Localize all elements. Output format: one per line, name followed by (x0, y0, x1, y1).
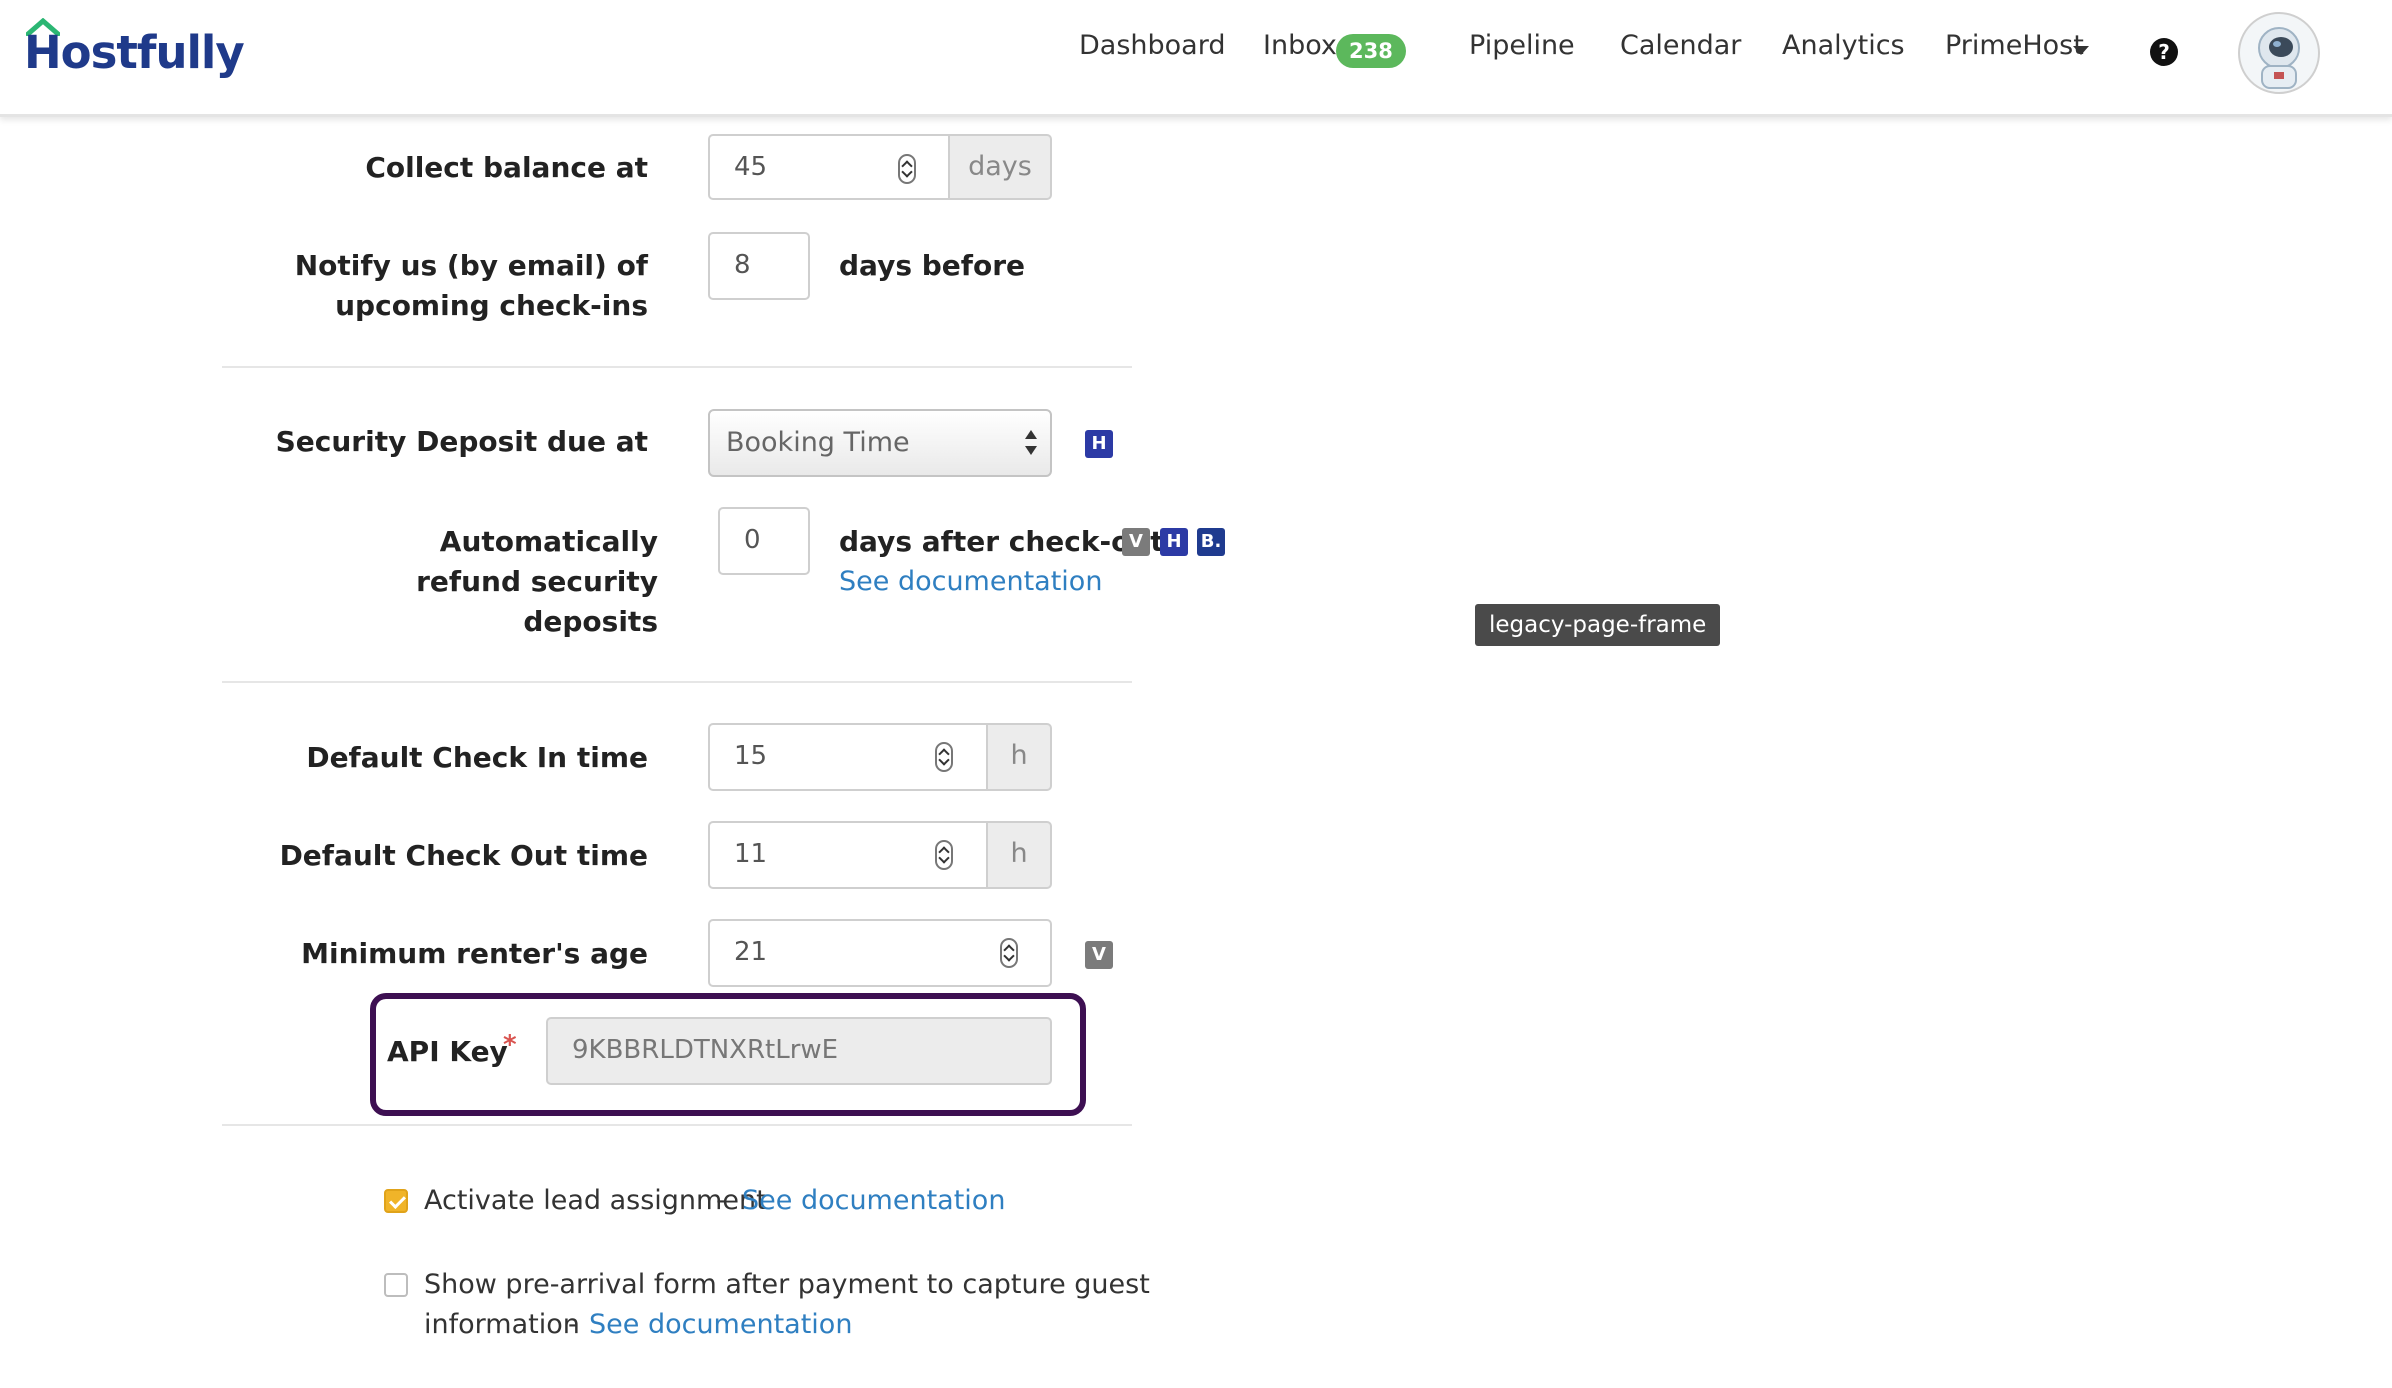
vrbo-channel-icon: V (1085, 941, 1113, 969)
number-spinner-icon[interactable] (935, 840, 953, 870)
section-divider (222, 681, 1132, 683)
section-divider (222, 366, 1132, 368)
check-out-time-unit: h (986, 821, 1052, 889)
notify-checkins-label-line1: Notify us (by email) of (294, 249, 648, 282)
section-divider (222, 1124, 1132, 1126)
auto-refund-days-input[interactable]: 0 (718, 507, 810, 575)
pre-arrival-label-line1: Show pre-arrival form after payment to c… (424, 1269, 1150, 1300)
nav-account-menu[interactable]: PrimeHost (1945, 30, 2084, 61)
notify-checkins-suffix: days before (839, 249, 1025, 282)
auto-refund-label-line1: Automatically (439, 525, 658, 558)
security-deposit-select[interactable]: Booking Time (708, 409, 1052, 477)
hostfully-logo[interactable]: Hostfully (24, 18, 245, 80)
inbox-count-badge: 238 (1336, 34, 1406, 68)
auto-refund-label-line3: deposits (523, 605, 658, 638)
number-spinner-icon[interactable] (935, 742, 953, 772)
question-circle-icon[interactable]: ? (2150, 38, 2178, 66)
select-arrows-icon (1025, 430, 1037, 455)
number-spinner-icon[interactable] (1000, 938, 1018, 968)
min-age-label: Minimum renter's age (301, 937, 648, 970)
nav-inbox[interactable]: Inbox (1263, 30, 1337, 61)
pre-arrival-checkbox[interactable] (384, 1273, 408, 1297)
separator: - (568, 1309, 578, 1340)
pre-arrival-label-line2: information (424, 1309, 580, 1340)
nav-analytics[interactable]: Analytics (1782, 30, 1905, 61)
lead-assignment-checkbox[interactable] (384, 1189, 408, 1213)
avatar[interactable] (2238, 12, 2320, 94)
astronaut-icon (2258, 27, 2300, 89)
notify-checkins-input[interactable]: 8 (708, 232, 810, 300)
auto-refund-label-line2: refund security (416, 565, 658, 598)
booking-channel-icon: B. (1197, 528, 1225, 556)
number-spinner-icon[interactable] (898, 154, 916, 184)
separator: - (716, 1185, 726, 1216)
nav-pipeline[interactable]: Pipeline (1469, 30, 1575, 61)
check-out-time-label: Default Check Out time (279, 839, 648, 872)
homeaway-channel-icon: H (1085, 430, 1113, 458)
auto-refund-suffix: days after check-out (839, 525, 1164, 558)
logo-text: Hostfully (24, 26, 245, 79)
check-in-time-unit: h (986, 723, 1052, 791)
api-key-label: API Key (387, 1035, 508, 1068)
collect-balance-unit: days (948, 134, 1052, 200)
auto-refund-doc-link[interactable]: See documentation (839, 562, 1102, 602)
pre-arrival-doc-link[interactable]: See documentation (589, 1305, 852, 1345)
top-navbar: Hostfully Dashboard Inbox 238 Pipeline C… (0, 0, 2392, 117)
nav-calendar[interactable]: Calendar (1620, 30, 1741, 61)
tooltip: legacy-page-frame (1475, 604, 1721, 646)
security-deposit-label: Security Deposit due at (275, 425, 648, 458)
vrbo-channel-icon: V (1122, 528, 1150, 556)
homeaway-channel-icon: H (1160, 528, 1188, 556)
notify-checkins-label-line2: upcoming check-ins (335, 289, 648, 322)
chevron-down-icon[interactable] (2073, 46, 2089, 55)
check-in-time-label: Default Check In time (306, 741, 648, 774)
nav-dashboard[interactable]: Dashboard (1079, 30, 1225, 61)
api-key-field[interactable]: 9KBBRLDTNXRtLrwE (546, 1017, 1052, 1085)
collect-balance-label: Collect balance at (365, 151, 648, 184)
required-marker: * (503, 1030, 517, 1060)
lead-assignment-doc-link[interactable]: See documentation (742, 1181, 1005, 1221)
